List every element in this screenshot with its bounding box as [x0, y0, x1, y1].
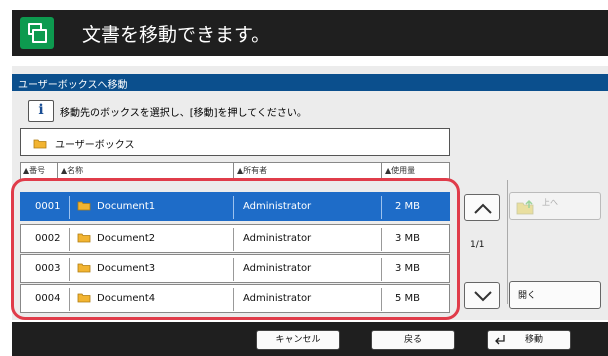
up-level-label: 上へ	[542, 198, 558, 207]
column-divider	[507, 180, 508, 304]
up-level-button[interactable]: 上へ	[509, 192, 601, 220]
scroll-down-button[interactable]	[464, 282, 500, 309]
enter-icon	[495, 335, 505, 345]
cancel-button[interactable]: キャンセル	[256, 330, 340, 350]
chevron-up-icon	[474, 203, 492, 214]
page-indicator: 1/1	[470, 240, 485, 250]
breadcrumb-label: ユーザーボックス	[55, 140, 135, 151]
dialog-title-bar: ユーザーボックスへ移動	[12, 74, 608, 91]
header-sort-name[interactable]: ▲名称	[61, 165, 83, 176]
header-sort-number[interactable]: ▲番号	[23, 165, 45, 176]
header-sort-usage[interactable]: ▲使用量	[385, 165, 415, 176]
instruction-text: 移動先のボックスを選択し、[移動]を押してください。	[60, 108, 307, 119]
header-sort-owner[interactable]: ▲所有者	[237, 165, 267, 176]
scroll-up-button[interactable]	[464, 194, 500, 221]
open-button[interactable]: 開く	[509, 281, 601, 309]
selection-highlight	[11, 178, 460, 320]
breadcrumb: ユーザーボックス	[20, 128, 450, 156]
banner-title: 文書を移動できます。	[82, 24, 271, 46]
folder-icon	[33, 139, 47, 149]
top-banner: 文書を移動できます。	[12, 10, 608, 56]
chevron-down-icon	[474, 291, 492, 302]
dialog-title: ユーザーボックスへ移動	[18, 80, 128, 91]
move-documents-icon	[20, 17, 54, 49]
move-label: 移動	[524, 335, 543, 345]
open-label: 開く	[518, 291, 537, 301]
back-button[interactable]: 戻る	[371, 330, 455, 350]
move-button[interactable]: 移動	[487, 330, 571, 350]
folder-up-icon	[516, 199, 534, 215]
info-icon: i	[28, 100, 54, 122]
